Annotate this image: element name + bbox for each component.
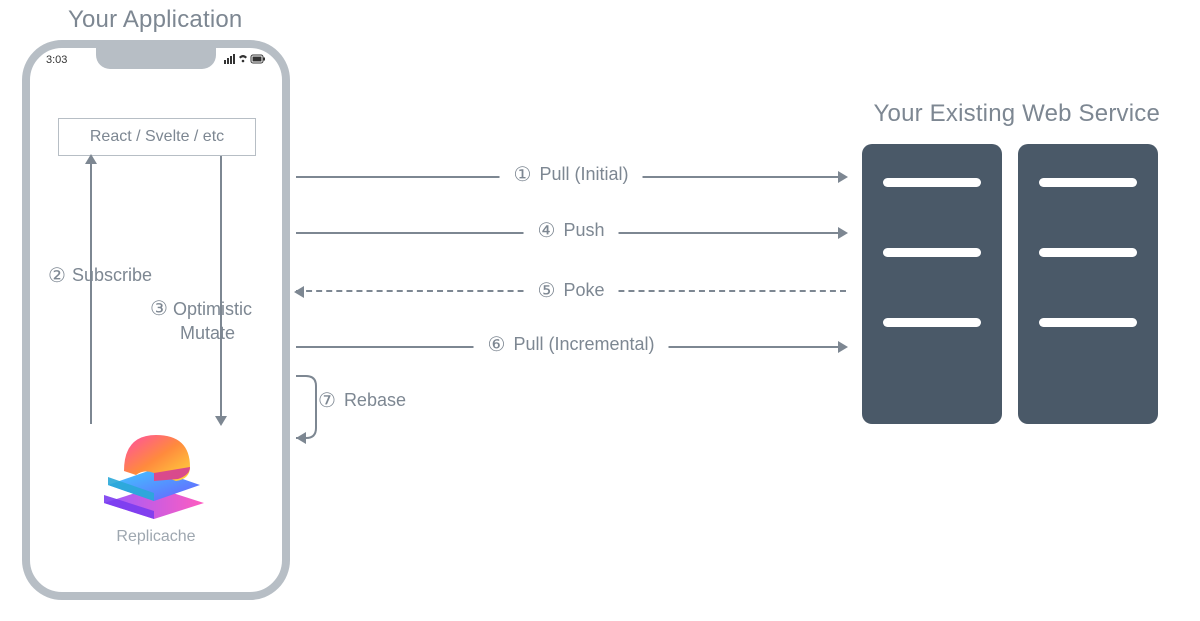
step-6-number: ⑥ — [488, 332, 506, 357]
status-icons — [224, 54, 266, 66]
subscribe-text: Subscribe — [72, 265, 152, 286]
ui-framework-box: React / Svelte / etc — [58, 118, 256, 156]
arrow-push: ④ Push — [296, 232, 846, 234]
arrow-poke-text: Poke — [563, 280, 604, 301]
arrow-pull-incremental: ⑥ Pull (Incremental) — [296, 346, 846, 348]
app-title: Your Application — [68, 6, 242, 34]
arrow-push-text: Push — [563, 220, 604, 241]
step-4-number: ④ — [538, 218, 556, 243]
arrow-poke: ⑤ Poke — [296, 290, 846, 292]
rebase-text: Rebase — [344, 390, 406, 411]
rebase-label: ⑦ Rebase — [318, 388, 406, 413]
step-7-number: ⑦ — [318, 388, 336, 413]
subscribe-label: ② Subscribe — [48, 263, 152, 288]
server-box-2 — [1018, 144, 1158, 424]
step-1-number: ① — [514, 162, 532, 187]
phone-statusbar: 3:03 — [46, 54, 266, 66]
optimistic-line1: Optimistic — [173, 299, 252, 319]
optimistic-line2: Mutate — [180, 322, 235, 345]
step-3-number: ③ — [150, 296, 168, 322]
mutate-arrow — [220, 156, 222, 424]
diagram-stage: Your Application Your Existing Web Servi… — [0, 0, 1200, 621]
arrow-pull-initial: ① Pull (Initial) — [296, 176, 846, 178]
replicache-caption: Replicache — [30, 528, 282, 546]
step-2-number: ② — [48, 263, 66, 288]
server-box-1 — [862, 144, 1002, 424]
phone-time: 3:03 — [46, 54, 67, 66]
optimistic-mutate-label: ③ Optimistic Mutate — [150, 296, 300, 345]
phone-frame: 3:03 React / Svelte / etc — [22, 40, 290, 600]
subscribe-arrow — [90, 156, 92, 424]
replicache-logo-icon — [94, 423, 214, 523]
service-title: Your Existing Web Service — [874, 100, 1160, 128]
arrow-pull-initial-text: Pull (Initial) — [539, 164, 628, 185]
arrow-pull-incremental-text: Pull (Incremental) — [513, 334, 654, 355]
step-5-number: ⑤ — [538, 278, 556, 303]
